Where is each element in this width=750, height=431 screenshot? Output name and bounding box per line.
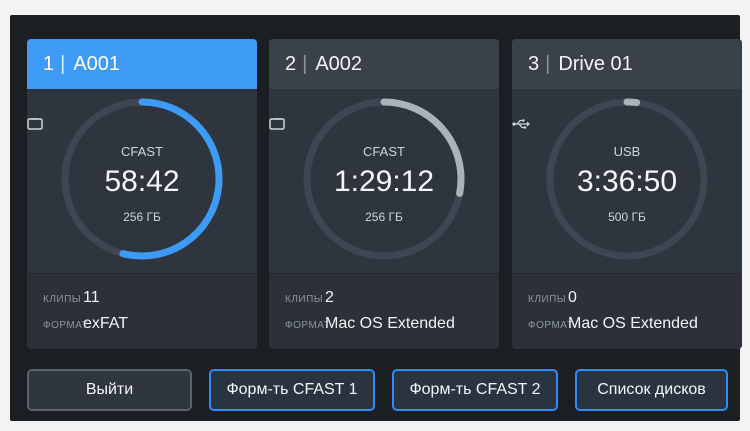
format-value: Mac OS Extended: [568, 315, 698, 332]
capacity: 500 ГБ: [608, 210, 646, 224]
clips-row: КЛИПЫ 2: [285, 287, 334, 309]
clips-row: КЛИПЫ 11: [43, 287, 100, 309]
drive-info: КЛИПЫ 2 ФОРМАТMac OS Extended: [269, 273, 499, 349]
format-value: Mac OS Extended: [325, 315, 455, 332]
clips-value: 0: [568, 289, 577, 306]
format-row: ФОРМАТMac OS Extended: [528, 313, 698, 335]
drive-card-1[interactable]: 1 | A001 CFAST 58:42 256 ГБ КЛИПЫ 11 ФОРМАТ…: [27, 39, 257, 349]
drive-card-3[interactable]: 3 | Drive 01 USB 3:36:50 500 ГБ КЛИПЫ 0 ФОР…: [512, 39, 742, 349]
clips-value: 2: [325, 289, 334, 306]
media-screen: 1 | A001 CFAST 58:42 256 ГБ КЛИПЫ 11 ФОРМАТ…: [10, 15, 742, 421]
format-cfast2-button[interactable]: Форм-ть CFAST 2: [392, 369, 558, 411]
remaining-time: 3:36:50: [576, 165, 678, 198]
remaining-gauge: USB 3:36:50 500 ГБ: [512, 89, 742, 273]
format-row: ФОРМАТexFAT: [43, 313, 128, 335]
capacity: 256 ГБ: [365, 210, 403, 224]
drive-info: КЛИПЫ 11 ФОРМАТexFAT: [27, 273, 257, 349]
clips-label: КЛИПЫ: [43, 294, 82, 305]
format-row: ФОРМАТMac OS Extended: [285, 313, 455, 335]
drive-header: 1 | A001: [27, 39, 257, 89]
remaining-time: 58:42: [104, 165, 180, 198]
format-cfast1-button[interactable]: Форм-ть CFAST 1: [209, 369, 375, 411]
drive-name: A002: [315, 53, 363, 75]
drive-name: Drive 01: [558, 53, 633, 75]
drive-name: A001: [73, 53, 121, 75]
clips-label: КЛИПЫ: [528, 294, 567, 305]
disk-list-button[interactable]: Список дисков: [575, 369, 728, 411]
separator: |: [545, 53, 551, 75]
separator: |: [60, 53, 66, 75]
drive-header: 2 | A002: [269, 39, 499, 89]
capacity: 256 ГБ: [123, 210, 161, 224]
clips-label: КЛИПЫ: [285, 294, 324, 305]
media-type: CFAST: [363, 144, 405, 159]
exit-button[interactable]: Выйти: [27, 369, 192, 411]
drive-index: 2: [285, 53, 297, 75]
drive-info: КЛИПЫ 0 ФОРМАТMac OS Extended: [512, 273, 742, 349]
media-type: USB: [613, 144, 641, 159]
drive-card-2[interactable]: 2 | A002 CFAST 1:29:12 256 ГБ КЛИПЫ 2 ФОРМА…: [269, 39, 499, 349]
clips-value: 11: [83, 289, 100, 306]
drive-header: 3 | Drive 01: [512, 39, 742, 89]
drive-index: 1: [43, 53, 55, 75]
remaining-time: 1:29:12: [333, 165, 435, 198]
format-value: exFAT: [83, 315, 129, 332]
format-label: ФОРМАТ: [285, 320, 331, 331]
format-label: ФОРМАТ: [528, 320, 574, 331]
gauge-arc: [623, 98, 641, 107]
drive-index: 3: [528, 53, 540, 75]
separator: |: [302, 53, 308, 75]
format-label: ФОРМАТ: [43, 320, 89, 331]
remaining-gauge: CFAST 1:29:12 256 ГБ: [269, 89, 499, 273]
clips-row: КЛИПЫ 0: [528, 287, 577, 309]
remaining-gauge: CFAST 58:42 256 ГБ: [27, 89, 257, 273]
media-type: CFAST: [121, 144, 163, 159]
